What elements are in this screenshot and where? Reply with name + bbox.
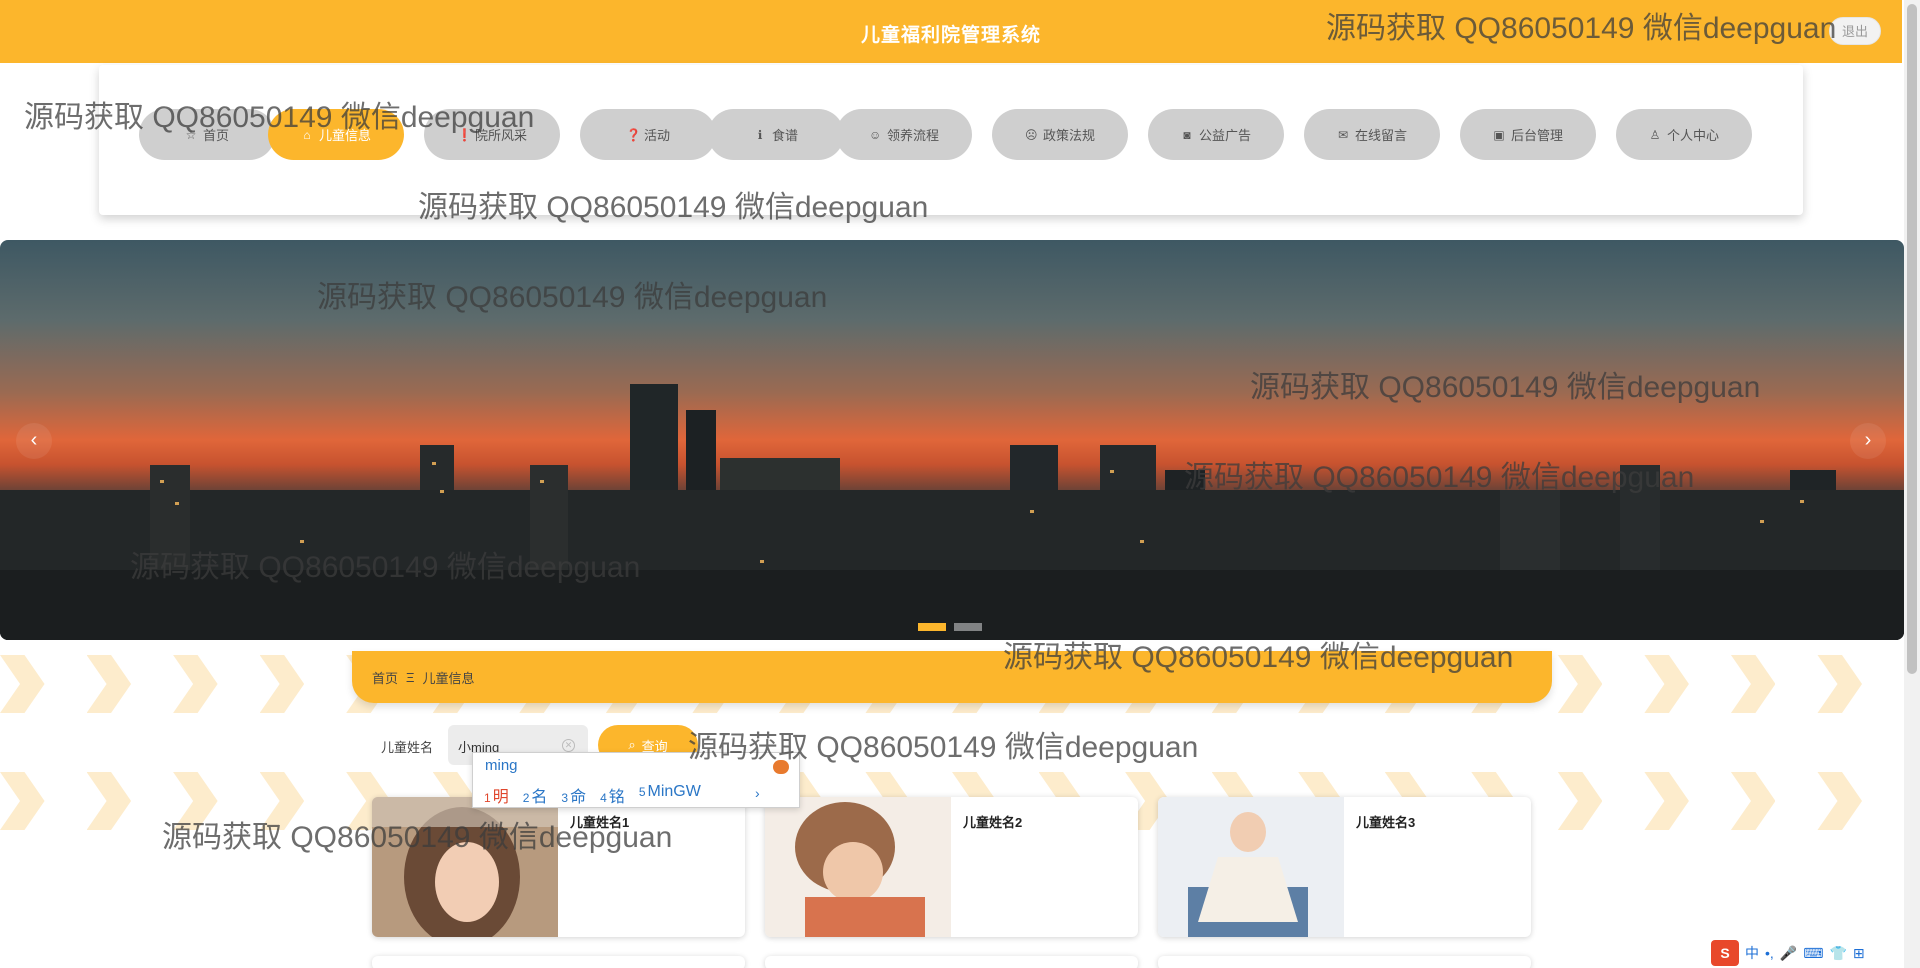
- nav-item-label: 院所风采: [474, 128, 527, 143]
- user-icon: ♙: [1649, 127, 1661, 142]
- breadcrumb-home[interactable]: 首页: [372, 668, 398, 687]
- ime-candidate[interactable]: 1明: [484, 783, 509, 807]
- child-card[interactable]: 儿童姓名2: [765, 797, 1138, 937]
- ime-tray: S 中 •, 🎤 ⌨ 👕 ⊞: [1711, 940, 1865, 966]
- carousel-dot-1[interactable]: [918, 623, 946, 631]
- site-title: 儿童福利院管理系统: [860, 25, 1041, 46]
- ime-candidate[interactable]: 3命: [561, 783, 586, 807]
- nav-item-children[interactable]: ⌂ 儿童信息: [268, 109, 404, 160]
- carousel-dot-2[interactable]: [954, 623, 982, 631]
- ime-candidate[interactable]: 4铭: [600, 783, 625, 807]
- grid-icon[interactable]: ⊞: [1853, 945, 1865, 962]
- child-photo: [1158, 797, 1344, 937]
- child-card-partial[interactable]: [1158, 956, 1531, 968]
- nav-item-label: 公益广告: [1198, 128, 1251, 143]
- nav-item-label: 后台管理: [1510, 128, 1563, 143]
- frown-icon: ☹: [1024, 127, 1038, 142]
- carousel-indicators: [918, 623, 982, 631]
- smile-icon: ☺: [868, 127, 882, 142]
- ime-candidates: 1明 2名 3命 4铭 5 MinGW: [484, 783, 701, 807]
- carousel-prev-button[interactable]: ‹: [16, 423, 52, 459]
- skin-icon[interactable]: 👕: [1829, 945, 1846, 962]
- admin-icon: ▣: [1493, 127, 1505, 142]
- camera-icon: ◙: [1183, 127, 1191, 142]
- ime-candidate[interactable]: 2名: [523, 783, 548, 807]
- question-icon: ❓: [625, 127, 641, 142]
- nav-item-admin[interactable]: ▣ 后台管理: [1460, 109, 1596, 160]
- child-name: 儿童姓名1: [570, 815, 630, 830]
- banner-carousel: ‹ ›: [0, 240, 1904, 640]
- nav-item-ads[interactable]: ◙ 公益广告: [1148, 109, 1284, 160]
- nav-item-label: 活动: [643, 128, 670, 143]
- nav-item-label: 在线留言: [1354, 128, 1407, 143]
- child-card-partial[interactable]: [765, 956, 1138, 968]
- home-icon: ⌂: [303, 127, 311, 142]
- top-bar: 儿童福利院管理系统 退出: [0, 0, 1902, 63]
- nav-item-style[interactable]: ❗ 院所风采: [424, 109, 560, 160]
- child-card-partial[interactable]: [372, 956, 745, 968]
- nav-item-label: 儿童信息: [318, 128, 371, 143]
- star-icon: ☆: [185, 127, 197, 142]
- nav-item-recipe[interactable]: ℹ 食谱: [708, 109, 844, 160]
- child-card[interactable]: 儿童姓名1: [372, 797, 745, 937]
- nav-item-activity[interactable]: ❓ 活动: [580, 109, 716, 160]
- ime-candidate-popup: ming 1明 2名 3命 4铭 5 MinGW ›: [472, 752, 800, 808]
- chevron-right-icon[interactable]: ›: [755, 785, 760, 801]
- exclamation-icon: ❗: [456, 127, 472, 142]
- carousel-next-button[interactable]: ›: [1850, 423, 1886, 459]
- search-icon: ⌕: [628, 737, 636, 752]
- ime-skin-icon[interactable]: [773, 760, 789, 774]
- nav-item-label: 政策法规: [1042, 128, 1095, 143]
- ime-composition: ming: [485, 757, 518, 774]
- nav-item-label: 食谱: [771, 128, 798, 143]
- child-name: 儿童姓名3: [1356, 815, 1416, 830]
- info-icon: ℹ: [757, 127, 763, 142]
- sogou-logo-icon[interactable]: S: [1711, 940, 1739, 966]
- clear-icon[interactable]: ✕: [562, 739, 575, 752]
- child-card[interactable]: 儿童姓名3: [1158, 797, 1531, 937]
- nav-item-label: 领养流程: [886, 128, 939, 143]
- child-name: 儿童姓名2: [963, 815, 1023, 830]
- ime-candidate[interactable]: 5 MinGW: [639, 783, 701, 807]
- microphone-icon[interactable]: 🎤: [1780, 945, 1797, 962]
- city-skyline-image: [0, 384, 1904, 640]
- punctuation-icon[interactable]: •,: [1765, 945, 1774, 961]
- nav-item-label: 个人中心: [1666, 128, 1719, 143]
- breadcrumb: 首页 Ξ 儿童信息: [352, 651, 1552, 703]
- nav-item-adoption[interactable]: ☺ 领养流程: [836, 109, 972, 160]
- breadcrumb-separator: Ξ: [406, 669, 415, 685]
- nav-item-policy[interactable]: ☹ 政策法规: [992, 109, 1128, 160]
- child-photo: [765, 797, 951, 937]
- nav-item-label: 首页: [202, 128, 229, 143]
- nav-item-home[interactable]: ☆ 首页: [139, 109, 275, 160]
- nav-card: ☆ 首页 ⌂ 儿童信息 ❗ 院所风采 ❓ 活动 ℹ 食谱 ☺ 领养流程 ☹ 政策法规 ◙ 公益广…: [99, 65, 1803, 215]
- message-icon: ✉: [1337, 127, 1349, 142]
- breadcrumb-current: 儿童信息: [422, 670, 475, 686]
- nav-item-message[interactable]: ✉ 在线留言: [1304, 109, 1440, 160]
- ime-language-toggle[interactable]: 中: [1745, 943, 1759, 963]
- nav-item-profile[interactable]: ♙ 个人中心: [1616, 109, 1752, 160]
- search-label: 儿童姓名: [381, 740, 434, 755]
- child-photo: [372, 797, 558, 937]
- logout-button[interactable]: 退出: [1829, 17, 1881, 45]
- keyboard-icon[interactable]: ⌨: [1803, 945, 1823, 962]
- scrollbar-thumb[interactable]: [1907, 4, 1917, 674]
